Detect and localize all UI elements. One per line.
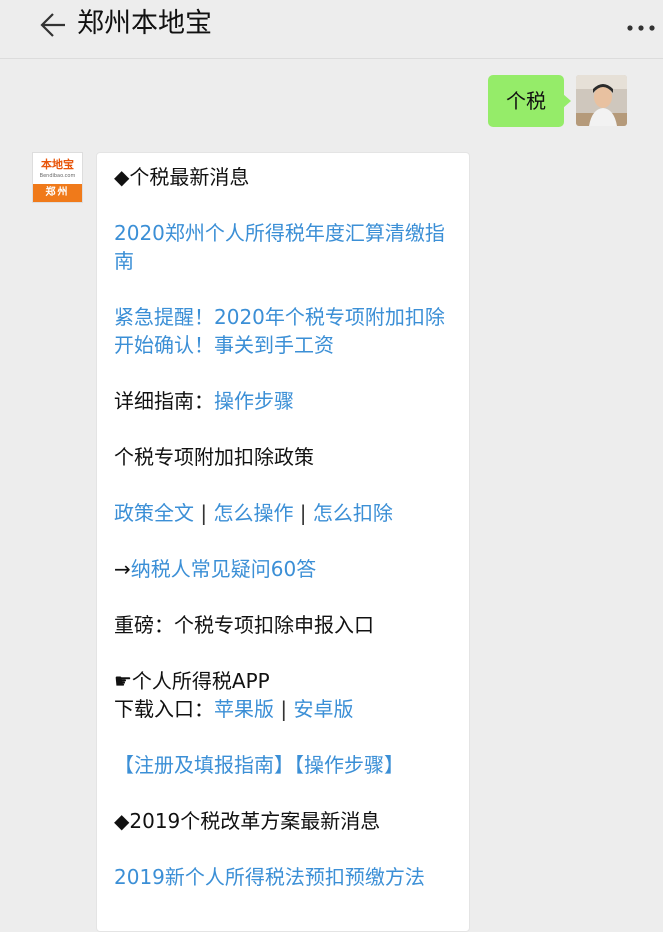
link-register-guide[interactable]: 【注册及填报指南】	[114, 753, 294, 777]
arrow-prefix: →	[114, 557, 131, 581]
link-urgent-reminder-line2[interactable]: 开始确认！事关到手工资	[114, 331, 463, 359]
link-android-version[interactable]: 安卓版	[293, 697, 353, 721]
outgoing-bubble-tail	[563, 94, 571, 108]
guide-line: 详细指南：操作步骤	[114, 387, 463, 415]
separator: |	[194, 501, 214, 525]
separator: |	[274, 697, 294, 721]
link-policy-full-text[interactable]: 政策全文	[114, 501, 194, 525]
link-urgent-reminder-line1[interactable]: 紧急提醒！2020年个税专项附加扣除	[114, 303, 463, 331]
link-annual-settlement-line2[interactable]: 南	[114, 247, 463, 275]
link-annual-settlement-line1[interactable]: 2020郑州个人所得税年度汇算清缴指	[114, 219, 463, 247]
link-operation-steps[interactable]: 【操作步骤】	[294, 753, 404, 777]
bot-avatar[interactable]: 本地宝 Bendibao.com 郑州	[32, 152, 83, 203]
faq-line: →纳税人常见疑问60答	[114, 555, 463, 583]
back-arrow-icon[interactable]	[36, 9, 70, 43]
link-guide-steps[interactable]: 操作步骤	[214, 389, 294, 413]
section-heading-2019: ◆2019个税改革方案最新消息	[114, 809, 381, 833]
link-apple-version[interactable]: 苹果版	[214, 697, 274, 721]
outgoing-message-bubble[interactable]: 个税	[488, 75, 564, 127]
more-options-icon[interactable]	[624, 16, 660, 36]
logo-text: 本地宝	[41, 158, 74, 171]
heavy-announcement: 重磅：个税专项扣除申报入口	[114, 613, 374, 637]
policy-title: 个税专项附加扣除政策	[114, 445, 314, 469]
user-photo-icon	[576, 75, 627, 126]
guide-prefix: 详细指南：	[114, 389, 214, 413]
download-line: 下载入口：苹果版 | 安卓版	[114, 695, 463, 723]
link-how-to-operate[interactable]: 怎么操作	[213, 501, 293, 525]
policy-links: 政策全文 | 怎么操作 | 怎么扣除	[114, 499, 463, 527]
top-bar: 郑州本地宝	[0, 0, 663, 59]
register-line: 【注册及填报指南】【操作步骤】	[114, 751, 463, 779]
user-avatar[interactable]	[576, 75, 627, 126]
section-heading: ◆个税最新消息	[114, 165, 250, 189]
logo-city: 郑州	[33, 184, 82, 202]
link-how-to-deduct[interactable]: 怎么扣除	[313, 501, 393, 525]
app-title: ☛个人所得税APP	[114, 669, 270, 693]
chat-title: 郑州本地宝	[77, 8, 212, 39]
logo-url: Bendibao.com	[39, 173, 76, 179]
link-faq-60[interactable]: 纳税人常见疑问60答	[131, 557, 316, 581]
link-2019-withholding[interactable]: 2019新个人所得税法预扣预缴方法	[114, 863, 463, 891]
download-prefix: 下载入口：	[114, 697, 214, 721]
separator: |	[293, 501, 313, 525]
